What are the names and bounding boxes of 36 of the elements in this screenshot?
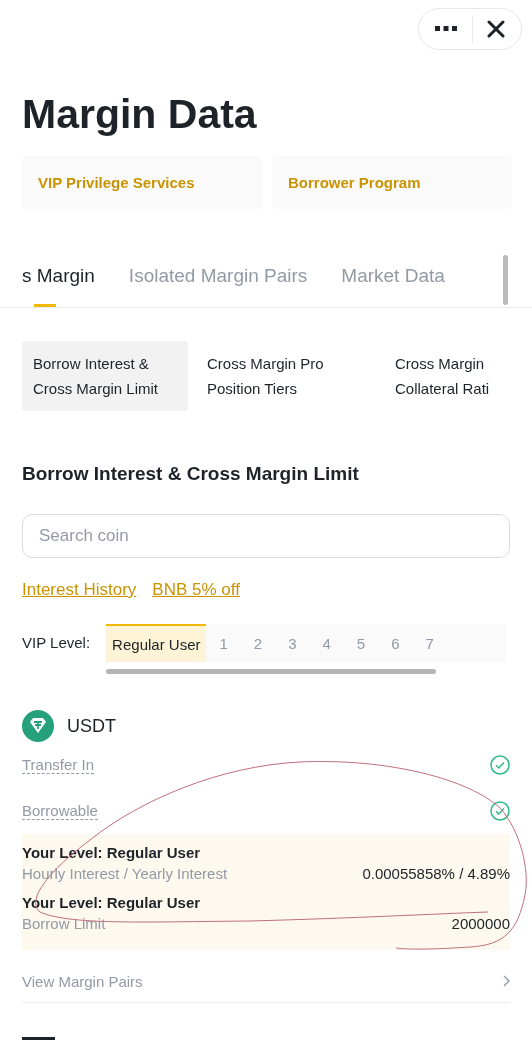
view-pairs-link[interactable]: View Margin Pairs <box>22 972 143 990</box>
sub-tab[interactable]: Cross Margin Collateral Rati <box>384 341 512 411</box>
coin-icon <box>22 710 54 742</box>
detail-value: 2000000 <box>451 915 510 932</box>
level-option[interactable]: 4 <box>309 624 344 662</box>
level-option[interactable]: 3 <box>275 624 310 662</box>
link[interactable]: BNB 5% off <box>152 580 240 600</box>
link[interactable]: Interest History <box>22 580 137 600</box>
sub-tab[interactable]: Cross Margin Pro Position Tiers <box>196 341 376 411</box>
sub-tab[interactable]: Borrow Interest & Cross Margin Limit <box>22 341 188 411</box>
search-field[interactable]: Search coin <box>22 514 510 558</box>
vip-level-label: VIP Level: <box>22 634 91 651</box>
level-option[interactable]: 7 <box>412 624 447 662</box>
close-icon[interactable] <box>487 20 505 38</box>
view-pairs-row[interactable]: View Margin Pairs <box>22 960 510 1003</box>
tab[interactable]: Isolated Margin Pairs <box>128 251 308 307</box>
level-option[interactable]: 1 <box>206 624 241 662</box>
coin-name: USDT <box>67 715 116 737</box>
tab-indicator <box>22 1037 55 1040</box>
level-option[interactable]: 6 <box>378 624 413 662</box>
promo-card[interactable]: Borrower Program <box>272 156 512 209</box>
level-option[interactable]: Regular User <box>106 624 207 662</box>
detail-value: 0.00055858% / 4.89% <box>362 865 510 882</box>
tab[interactable]: s Margin <box>22 251 95 307</box>
feature-label[interactable]: Transfer In <box>22 756 94 774</box>
level-option[interactable]: 5 <box>343 624 379 662</box>
your-level: Your Level: Regular User <box>22 894 202 911</box>
section-title: Borrow Interest & Cross Margin Limit <box>22 463 360 485</box>
tab[interactable]: Market Data <box>341 251 445 307</box>
your-level: Your Level: Regular User <box>22 844 202 861</box>
more-icon[interactable] <box>434 25 458 33</box>
feature-label[interactable]: Borrowable <box>22 802 98 820</box>
chevron-icon <box>503 975 510 987</box>
level-option[interactable]: 2 <box>240 624 276 662</box>
page-title: Margin Data <box>22 90 258 139</box>
promo-card[interactable]: VIP Privilege Services <box>22 156 262 209</box>
